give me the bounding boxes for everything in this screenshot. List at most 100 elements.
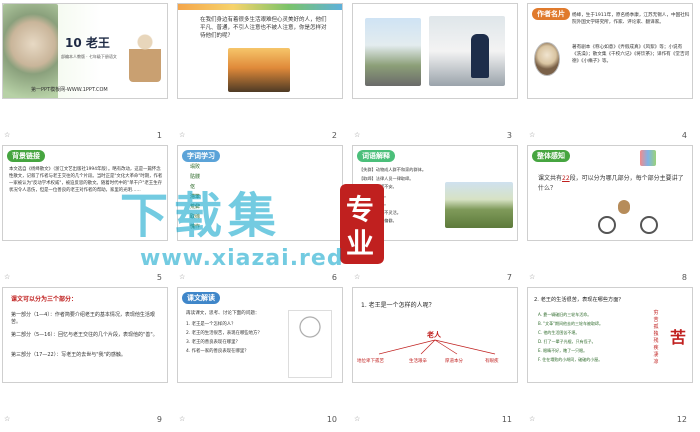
author-bio: 杨绛，生于1911年，原名杨季康，江苏无锡人，中国社科院外国文学研究所，作家、评… [572,13,690,25]
keyword: 苦 [653,317,659,323]
mindmap-branch: 地位卑下孤苦 [357,359,384,364]
answer-item: E. 眼睛不好，瞎了一只眼。 [538,348,588,353]
question-part: 课文共有 [538,175,563,182]
slide-thumbnail[interactable]: 2. 老王的生活很苦，表现在哪些方面？ A. 靠一辆破旧的三轮车活命。 B. "… [527,287,693,383]
slide-caption: ☆ 9 [2,413,168,427]
slide-caption: ☆ 11 [352,413,518,427]
slide-number: 8 [681,273,687,282]
watermark-badge-text: 业 [346,227,375,260]
watermark-title: 下载集 [120,188,283,244]
answer-item: C. 他的生活困苦不堪。 [538,330,580,335]
elder-figure-icon [129,32,161,82]
question-item: 2. 老王的生活很苦，表现在哪些地方？ [186,331,262,336]
part-one: 第一部分（1—4）：作者简要介绍老王的基本情况，表现他生活艰苦。 [11,312,155,325]
slide-caption: ☆ 3 [352,129,518,143]
slide-number: 9 [156,415,162,424]
color-ribbon [178,4,342,10]
slide-number: 10 [326,415,337,424]
star-icon: ☆ [354,273,361,281]
big-keyword: 苦 [670,328,687,347]
answer-list: A. 靠一辆破旧的三轮车活命。 B. "文革"期间他去的三轮车被取缔。 C. 他… [538,310,642,364]
paragraph-count: 22 [562,175,570,182]
mindmap-branch: 有眼疾 [485,359,499,364]
slide-grid: 10 老王 部编本人教版 · 七年级下册语文 第一PPT模板网-WWW.1PPT… [0,0,700,432]
slide-intro: 再读课文，思考、讨论下面的问题： [186,311,260,316]
keyword: 孤 [653,324,659,330]
author-works: 著有剧本《称心如意》《弄假成真》《风絮》等；小说有《洗澡》；散文集《干校六记》《… [572,45,690,64]
vocab-row: 塌败 [190,164,201,170]
star-icon: ☆ [179,415,186,423]
mindmap-branch: 生活艰辛 [409,359,427,364]
star-icon: ☆ [179,273,186,281]
street-photo-left [365,18,421,86]
star-icon: ☆ [529,131,536,139]
landscape-photo [445,182,513,228]
slide-number: 2 [331,131,337,140]
slide-thumbnail[interactable]: 作者名片 杨绛，生于1911年，原名杨季康，江苏无锡人，中国社科院外国文学研究所… [527,3,693,99]
slide-caption: ☆ 4 [527,129,693,143]
slide-number: 7 [506,273,512,282]
mindmap-lines [378,339,496,355]
definition-item: 【失群】动物成人群不和家的群体。 [359,167,427,172]
question-item: 1. 老王是一个怎样的人？ [186,322,236,327]
slide-number: 5 [156,273,162,282]
slide-number: 3 [506,131,512,140]
slide-number: 6 [331,273,337,282]
watermark-url: www.xiazai.red [140,246,344,271]
section-tag: 作者名片 [532,8,570,20]
police-photo-right [429,16,505,86]
star-icon: ☆ [179,131,186,139]
slide-thumbnail[interactable]: 在我们身边有着很多生活艰难但心灵美好的人，他们平凡、普通，不引人注意也不被人注意… [177,3,343,99]
keyword: 独 [653,331,659,337]
question-item: 4. 作者一家的善良表现在哪里？ [186,349,249,354]
slide-caption: ☆ 6 [177,271,343,285]
question-list: 1. 老王是一个怎样的人？ 2. 老王的生活很苦，表现在哪些地方？ 3. 老王的… [186,320,276,356]
police-officer-icon [471,34,489,78]
star-icon: ☆ [529,415,536,423]
slide-footer: 第一PPT模板网-WWW.1PPT.COM [31,87,108,93]
tricycle-illustration [598,198,658,234]
sunset-walk-photo [228,48,290,92]
slide-caption: ☆ 10 [177,413,343,427]
slide-number: 12 [676,415,687,424]
slide-caption: ☆ 8 [527,271,693,285]
slide-caption: ☆ 5 [2,271,168,285]
slide-thumbnail[interactable]: 1. 老王是一个怎样的人呢？ 老人 地位卑下孤苦 生活艰辛 厚道本分 有眼疾 [352,287,518,383]
question-item: 3. 老王的善良表现在哪里？ [186,340,240,345]
keyword-column: 穷 苦 孤 独 残 疾 凄 凉 [646,310,666,366]
keyword: 残 [653,338,659,344]
section-tag: 词语解释 [357,150,395,162]
section-tag: 整体感知 [532,150,570,162]
slide-number: 11 [501,415,512,424]
slide-subtitle: 部编本人教版 · 七年级下册语文 [61,54,117,59]
slide-heading: 课文可以分为三个部分： [11,296,78,303]
part-two: 第二部分（5—16）：回忆与老王交往的几个片段，表现他的"善"。 [11,332,158,338]
star-icon: ☆ [354,131,361,139]
section-tag: 字词学习 [182,150,220,162]
definition-item: 【取缔】法律人员一律取缔。 [359,175,414,181]
slide-caption: ☆ 2 [177,129,343,143]
slide-title: 10 老王 [65,36,110,50]
answer-item: F. 住在塌败的小胡同，破破的小屋。 [538,357,603,362]
slide-thumbnail[interactable]: 课文可以分为三个部分： 第一部分（1—4）：作者简要介绍老王的基本情况，表现他生… [2,287,168,383]
star-icon: ☆ [4,131,11,139]
section-tag: 背景链接 [7,150,45,162]
keyword: 凉 [653,359,659,365]
slide-thumbnail[interactable]: 整体感知 课文共有22段，可以分为哪几部分，每个部分主要讲了什么？ [527,145,693,241]
star-icon: ☆ [529,273,536,281]
sketch-portrait [288,310,332,378]
answer-item: B. "文革"期间他去的三轮车被取缔。 [538,321,603,326]
slide-caption: ☆ 12 [527,413,693,427]
answer-item: D. 打了一辈子光棍，只有侄子。 [538,339,596,344]
slide-caption: ☆ 1 [2,129,168,143]
keyword: 疾 [653,345,659,351]
slide-number: 1 [156,131,162,140]
slide-thumbnail[interactable]: 10 老王 部编本人教版 · 七年级下册语文 第一PPT模板网-WWW.1PPT… [2,3,168,99]
slide-thumbnail[interactable]: 课文解读 再读课文，思考、讨论下面的问题： 1. 老王是一个怎样的人？ 2. 老… [177,287,343,383]
answer-item: A. 靠一辆破旧的三轮车活命。 [538,312,592,317]
star-icon: ☆ [4,273,11,281]
slide-caption: ☆ 7 [352,271,518,285]
author-avatar [534,42,560,76]
slide-question: 2. 老王的生活很苦，表现在哪些方面？ [534,297,624,303]
slide-thumbnail[interactable] [352,3,518,99]
